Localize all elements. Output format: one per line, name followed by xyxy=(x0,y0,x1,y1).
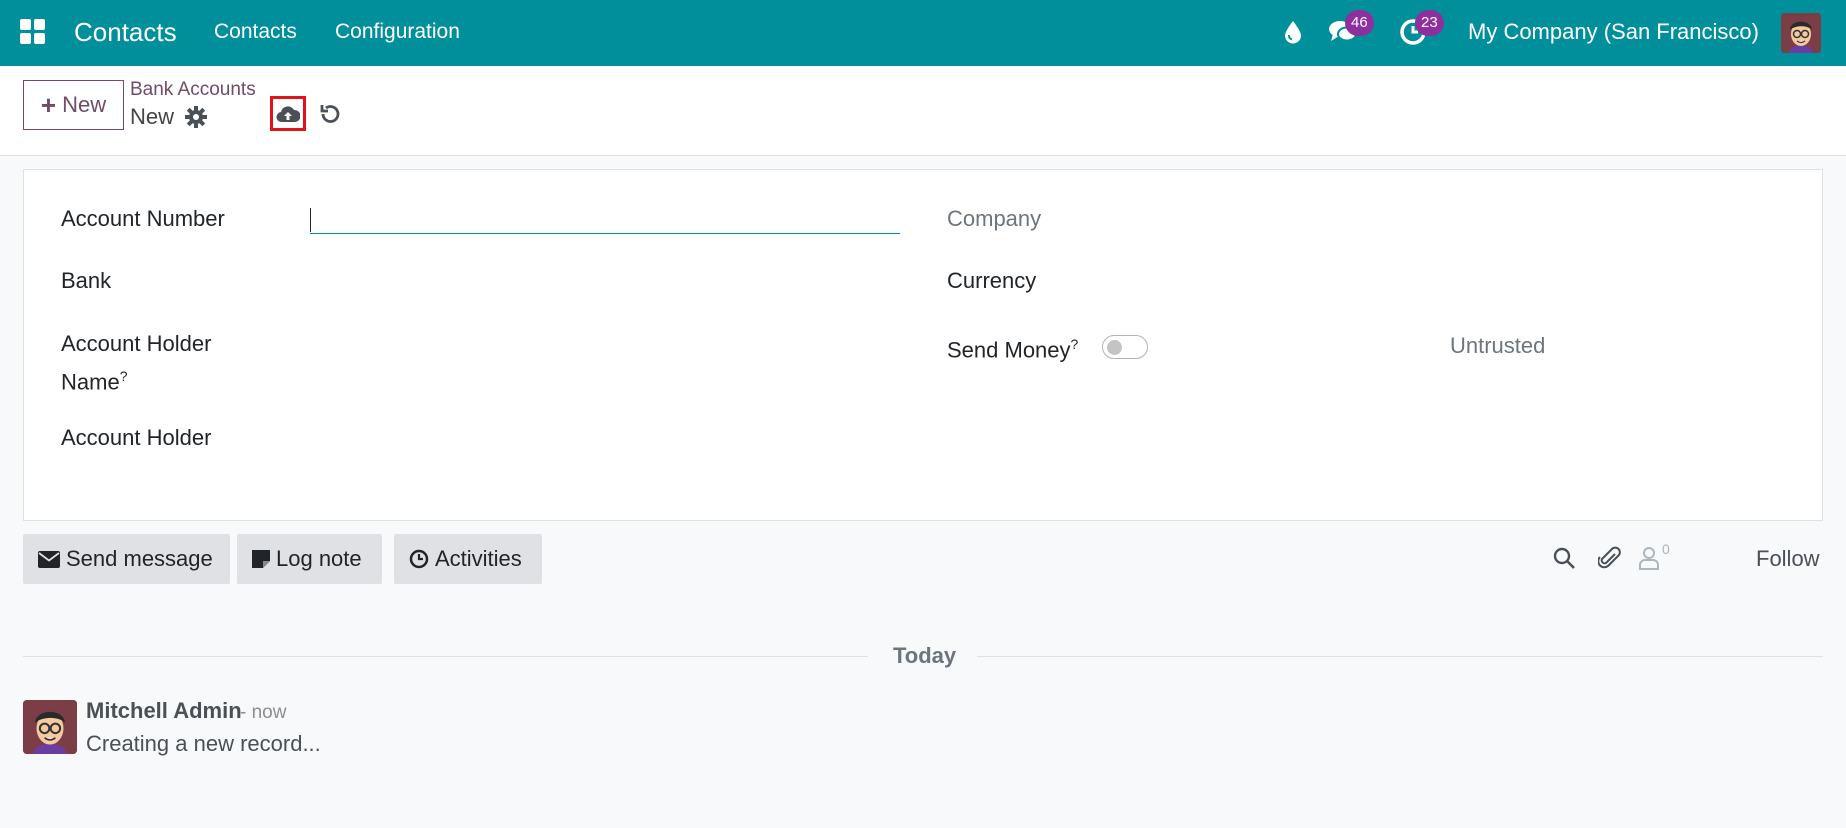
message-author[interactable]: Mitchell Admin xyxy=(86,698,242,724)
trust-status-text: Untrusted xyxy=(1450,333,1546,358)
breadcrumb-current: New xyxy=(130,104,175,129)
search-icon[interactable] xyxy=(1550,544,1578,572)
bank-account-form: Account Number Bank Account Holder Name?… xyxy=(23,169,1823,521)
help-tooltip-icon[interactable]: ? xyxy=(1071,336,1079,352)
control-panel: + New Bank Accounts New xyxy=(0,66,1846,156)
activities-button[interactable]: Activities xyxy=(394,534,542,584)
send-message-button[interactable]: Send message xyxy=(23,534,230,584)
plus-icon: + xyxy=(40,90,57,120)
new-button-label: New xyxy=(62,92,107,117)
top-navbar: Contacts Contacts Configuration 46 23 My… xyxy=(0,0,1846,66)
bank-label: Bank xyxy=(61,268,112,293)
help-tooltip-icon[interactable]: ? xyxy=(120,368,128,384)
messages-icon[interactable]: 46 xyxy=(1325,10,1374,50)
account-number-label: Account Number xyxy=(61,206,225,231)
message-timestamp: - now xyxy=(240,702,287,723)
activities-count-badge: 23 xyxy=(1415,10,1444,36)
company-label: Company xyxy=(947,206,1042,231)
user-icon xyxy=(1639,547,1659,570)
followers-count: 0 xyxy=(1662,541,1670,557)
messages-count-badge: 46 xyxy=(1345,10,1374,36)
menu-configuration[interactable]: Configuration xyxy=(335,19,460,45)
message-author-avatar[interactable] xyxy=(23,700,77,754)
apps-menu-icon[interactable] xyxy=(20,19,48,47)
new-button[interactable]: + New xyxy=(23,80,124,130)
envelope-icon xyxy=(38,550,60,568)
followers-button[interactable]: 0 xyxy=(1638,541,1678,572)
follow-button[interactable]: Follow xyxy=(1756,546,1820,572)
droplet-icon[interactable] xyxy=(1275,14,1311,50)
activities-clock-icon[interactable]: 23 xyxy=(1395,10,1444,50)
message-body: Creating a new record... xyxy=(86,731,321,756)
account-holder-name-label-line2: Name? xyxy=(61,368,128,395)
clock-icon xyxy=(409,549,429,569)
text-cursor xyxy=(310,208,311,232)
breadcrumb-bank-accounts[interactable]: Bank Accounts xyxy=(130,79,256,101)
currency-label: Currency xyxy=(947,268,1037,293)
divider xyxy=(23,656,868,657)
user-avatar[interactable] xyxy=(1781,13,1821,53)
discard-changes-icon[interactable] xyxy=(318,102,342,126)
save-button[interactable] xyxy=(270,96,306,131)
divider xyxy=(977,656,1823,657)
paperclip-icon[interactable] xyxy=(1596,544,1624,572)
menu-contacts[interactable]: Contacts xyxy=(214,19,297,45)
account-holder-label: Account Holder xyxy=(61,425,212,450)
account-number-input[interactable] xyxy=(310,204,900,234)
send-money-label: Send Money? xyxy=(947,336,1079,363)
company-switcher[interactable]: My Company (San Francisco) xyxy=(1468,19,1759,45)
account-holder-name-label: Account Holder xyxy=(61,331,212,356)
cloud-upload-icon xyxy=(276,105,300,122)
date-separator: Today xyxy=(893,643,957,668)
sticky-note-icon xyxy=(252,550,270,568)
send-money-toggle[interactable] xyxy=(1102,335,1148,359)
gear-icon[interactable] xyxy=(185,106,207,128)
log-note-button[interactable]: Log note xyxy=(237,534,382,584)
app-title[interactable]: Contacts xyxy=(74,15,177,49)
